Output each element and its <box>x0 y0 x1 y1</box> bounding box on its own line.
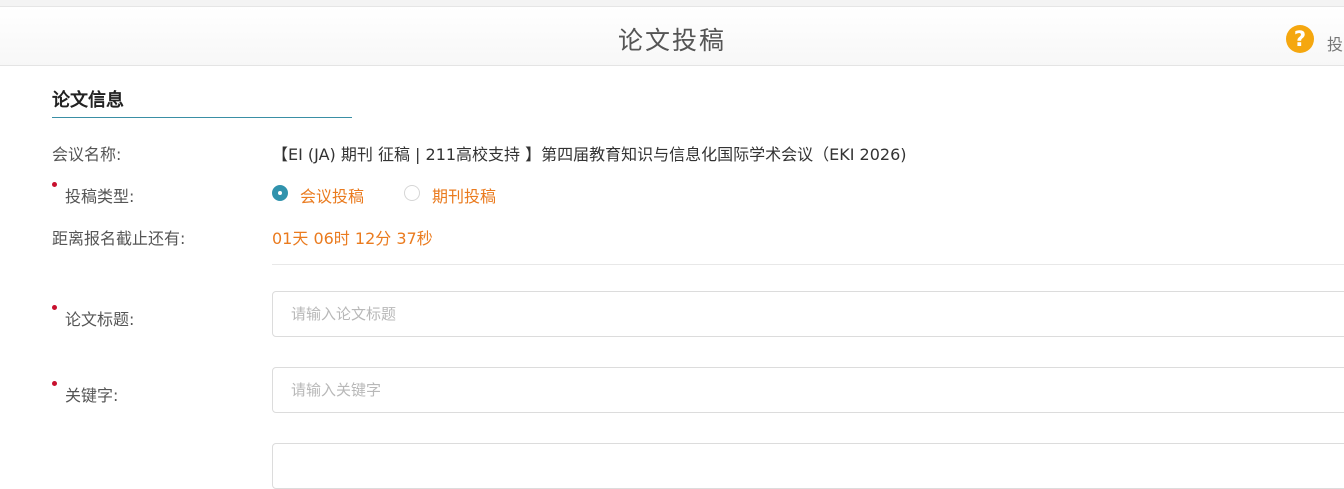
conference-name-label: 会议名称: <box>52 145 122 164</box>
page-title: 论文投稿 <box>617 26 726 55</box>
required-marker <box>52 381 57 386</box>
title-bar: 论文投稿 ? 投 <box>0 7 1344 66</box>
deadline-countdown: 01天 06时 12分 37秒 <box>272 229 433 248</box>
help-icon[interactable]: ? <box>1286 25 1314 53</box>
next-field-input[interactable] <box>272 443 1344 489</box>
paper-title-label: 论文标题: <box>65 310 135 329</box>
conference-name-value: 【EI (JA) 期刊 征稿 | 211高校支持 】第四届教育知识与信息化国际学… <box>272 145 907 164</box>
required-marker <box>52 182 57 187</box>
paper-title-input[interactable] <box>272 291 1344 337</box>
window-top-strip <box>0 0 1344 7</box>
deadline-label: 距离报名截止还有: <box>52 229 186 248</box>
keywords-label: 关键字: <box>65 386 119 405</box>
section-title: 论文信息 <box>52 90 124 111</box>
submission-type-label: 投稿类型: <box>65 187 135 206</box>
radio-conference-submission[interactable] <box>272 185 288 201</box>
keywords-input[interactable] <box>272 367 1344 413</box>
radio-journal-submission-label[interactable]: 期刊投稿 <box>432 183 496 207</box>
help-link-label[interactable]: 投 <box>1327 31 1343 55</box>
section-underline <box>52 117 352 118</box>
radio-journal-submission[interactable] <box>404 185 420 201</box>
required-marker <box>52 305 57 310</box>
form-divider <box>272 264 1344 265</box>
radio-conference-submission-label[interactable]: 会议投稿 <box>300 183 364 207</box>
